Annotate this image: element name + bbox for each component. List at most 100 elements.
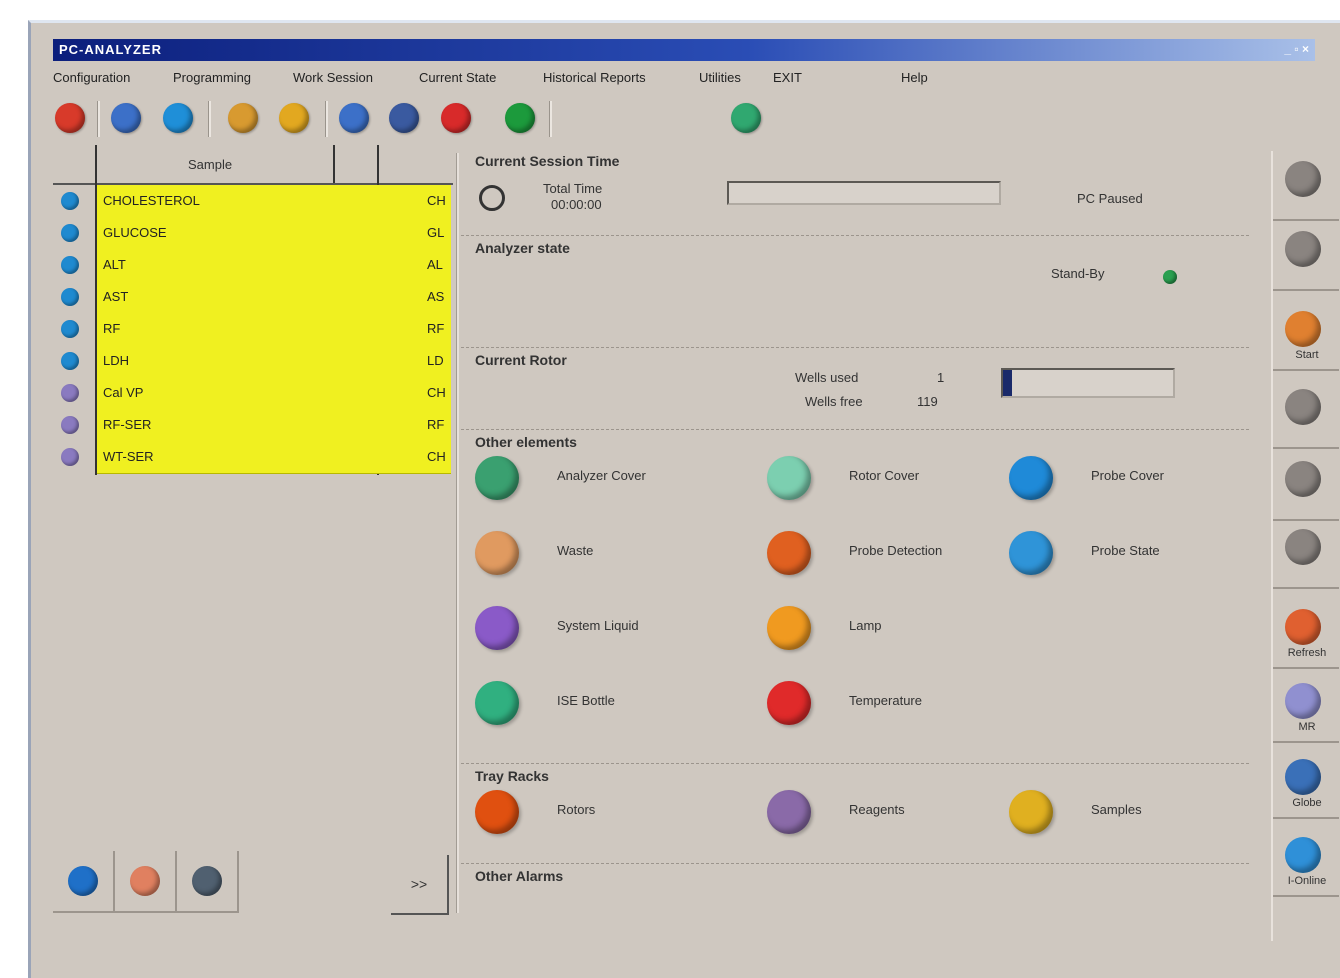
- menu-programming[interactable]: Programming: [173, 70, 251, 85]
- sidebar-label: MR: [1298, 721, 1316, 733]
- table-row[interactable]: RF-SER RF: [53, 409, 453, 442]
- online-icon[interactable]: [1285, 837, 1321, 873]
- sample-status-icon: [61, 448, 79, 466]
- toolbar-separator: [549, 101, 552, 137]
- menu-historical-reports[interactable]: Historical Reports: [543, 70, 646, 85]
- table-row[interactable]: WT-SER CH: [53, 441, 453, 474]
- sample-header-label: Sample: [188, 157, 233, 172]
- sample-name: RF-SER: [103, 417, 152, 432]
- reagents-icon[interactable]: [767, 790, 811, 834]
- session-progress-bar: [727, 181, 1001, 205]
- analyzer-section: Analyzer state Stand-By: [461, 235, 1249, 348]
- sample-name: Cal VP: [103, 385, 144, 400]
- sample-code: LD: [427, 353, 444, 368]
- table-row[interactable]: CHOLESTEROL CH: [53, 185, 453, 218]
- session-heading: Current Session Time: [475, 153, 620, 169]
- coin-icon[interactable]: [228, 103, 258, 133]
- mr-icon[interactable]: [1285, 683, 1321, 719]
- sidebar-label: Refresh: [1287, 647, 1327, 659]
- table-row[interactable]: RF RF: [53, 313, 453, 346]
- sidebar-divider: [1273, 447, 1339, 449]
- more-button[interactable]: >>: [391, 855, 449, 915]
- wells-free-value: 119: [917, 394, 938, 409]
- home-icon[interactable]: [55, 103, 85, 133]
- stop-side-icon[interactable]: [1285, 461, 1321, 497]
- sample-table: Sample CHOLESTEROL CH GLUCOSE GL ALT AL AST AS R…: [53, 145, 453, 475]
- info-icon[interactable]: [163, 103, 193, 133]
- menu-help[interactable]: Help: [901, 70, 928, 85]
- right-sidebar: Start Refresh MR Globe I-Online: [1271, 151, 1340, 941]
- sidebar-divider: [1273, 667, 1339, 669]
- table-row[interactable]: LDH LD: [53, 345, 453, 378]
- chart-icon[interactable]: [731, 103, 761, 133]
- sidebar-divider: [1273, 369, 1339, 371]
- sidebar-divider: [1273, 289, 1339, 291]
- globe-icon[interactable]: [1285, 759, 1321, 795]
- sample-name: AST: [103, 289, 129, 304]
- total-time-label: Total Time: [543, 181, 603, 196]
- other-elements-heading: Other elements: [475, 434, 577, 450]
- sample-cell: GLUCOSE GL: [97, 217, 451, 250]
- phone-icon[interactable]: [505, 103, 535, 133]
- sample-status-icon: [61, 320, 79, 338]
- user-button[interactable]: [115, 851, 177, 913]
- element-label: Probe Detection: [849, 543, 943, 558]
- analyzer-heading: Analyzer state: [475, 240, 570, 256]
- start-icon[interactable]: [1285, 311, 1321, 347]
- rotor-tray-icon[interactable]: [475, 790, 519, 834]
- hex-icon[interactable]: [1285, 161, 1321, 197]
- menu-exit[interactable]: EXIT: [773, 70, 802, 85]
- element-label: Temperature: [849, 693, 922, 708]
- element-label: Probe State: [1091, 543, 1160, 558]
- table-row[interactable]: GLUCOSE GL: [53, 217, 453, 250]
- menu-work-session[interactable]: Work Session: [293, 70, 373, 85]
- table-row[interactable]: ALT AL: [53, 249, 453, 282]
- menu-current-state[interactable]: Current State: [419, 70, 496, 85]
- other-alarms-section: Other Alarms: [461, 863, 1249, 904]
- analyzer-state-label: Stand-By: [1051, 266, 1105, 281]
- menu-utilities[interactable]: Utilities: [699, 70, 741, 85]
- title-bar: PC-ANALYZER _ ▫ ×: [53, 39, 1315, 61]
- table-row[interactable]: Cal VP CH: [53, 377, 453, 410]
- rotor-cover-icon: [767, 456, 811, 500]
- toolbar-separator: [208, 101, 211, 137]
- table-column-divider: [333, 145, 335, 183]
- main-window: PC-ANALYZER _ ▫ × Configuration Programm…: [28, 20, 1340, 978]
- element-label: Analyzer Cover: [557, 468, 646, 483]
- sample-code: AL: [427, 257, 443, 272]
- wells-used-value: 1: [937, 370, 945, 385]
- refresh-icon[interactable]: [1285, 529, 1321, 565]
- menu-configuration[interactable]: Configuration: [53, 70, 130, 85]
- probe-cover-icon: [1009, 456, 1053, 500]
- window-controls[interactable]: _ ▫ ×: [1284, 42, 1309, 56]
- stop-icon[interactable]: [441, 103, 471, 133]
- stopwatch-icon: [479, 185, 505, 211]
- info-button[interactable]: [53, 851, 115, 913]
- sample-status-icon: [61, 224, 79, 242]
- other-elements-section: Other elements Analyzer Cover Rotor Cover…: [461, 429, 1249, 764]
- toolbar: [53, 95, 1315, 145]
- sample-cell: CHOLESTEROL CH: [97, 185, 451, 218]
- refresh-start-icon[interactable]: [1285, 609, 1321, 645]
- sample-cell: RF RF: [97, 313, 451, 346]
- hex2-icon[interactable]: [1285, 231, 1321, 267]
- sample-status-icon: [61, 192, 79, 210]
- tools-button[interactable]: [177, 851, 239, 913]
- table-row[interactable]: AST AS: [53, 281, 453, 314]
- pause-icon[interactable]: [1285, 389, 1321, 425]
- element-label: ISE Bottle: [557, 693, 615, 708]
- sample-status-icon: [61, 352, 79, 370]
- toolbar-separator: [97, 101, 100, 137]
- sample-code: AS: [427, 289, 445, 304]
- samples-icon[interactable]: [1009, 790, 1053, 834]
- sun-icon[interactable]: [279, 103, 309, 133]
- other-alarms-heading: Other Alarms: [475, 868, 564, 884]
- tray-label: Samples: [1091, 802, 1142, 817]
- settings-icon[interactable]: [339, 103, 369, 133]
- sample-status-icon: [61, 288, 79, 306]
- info-circle-icon: [68, 866, 98, 896]
- wells-used-label: Wells used: [795, 370, 859, 385]
- monitor-icon[interactable]: [389, 103, 419, 133]
- session-status: PC Paused: [1077, 191, 1143, 206]
- gear-icon[interactable]: [111, 103, 141, 133]
